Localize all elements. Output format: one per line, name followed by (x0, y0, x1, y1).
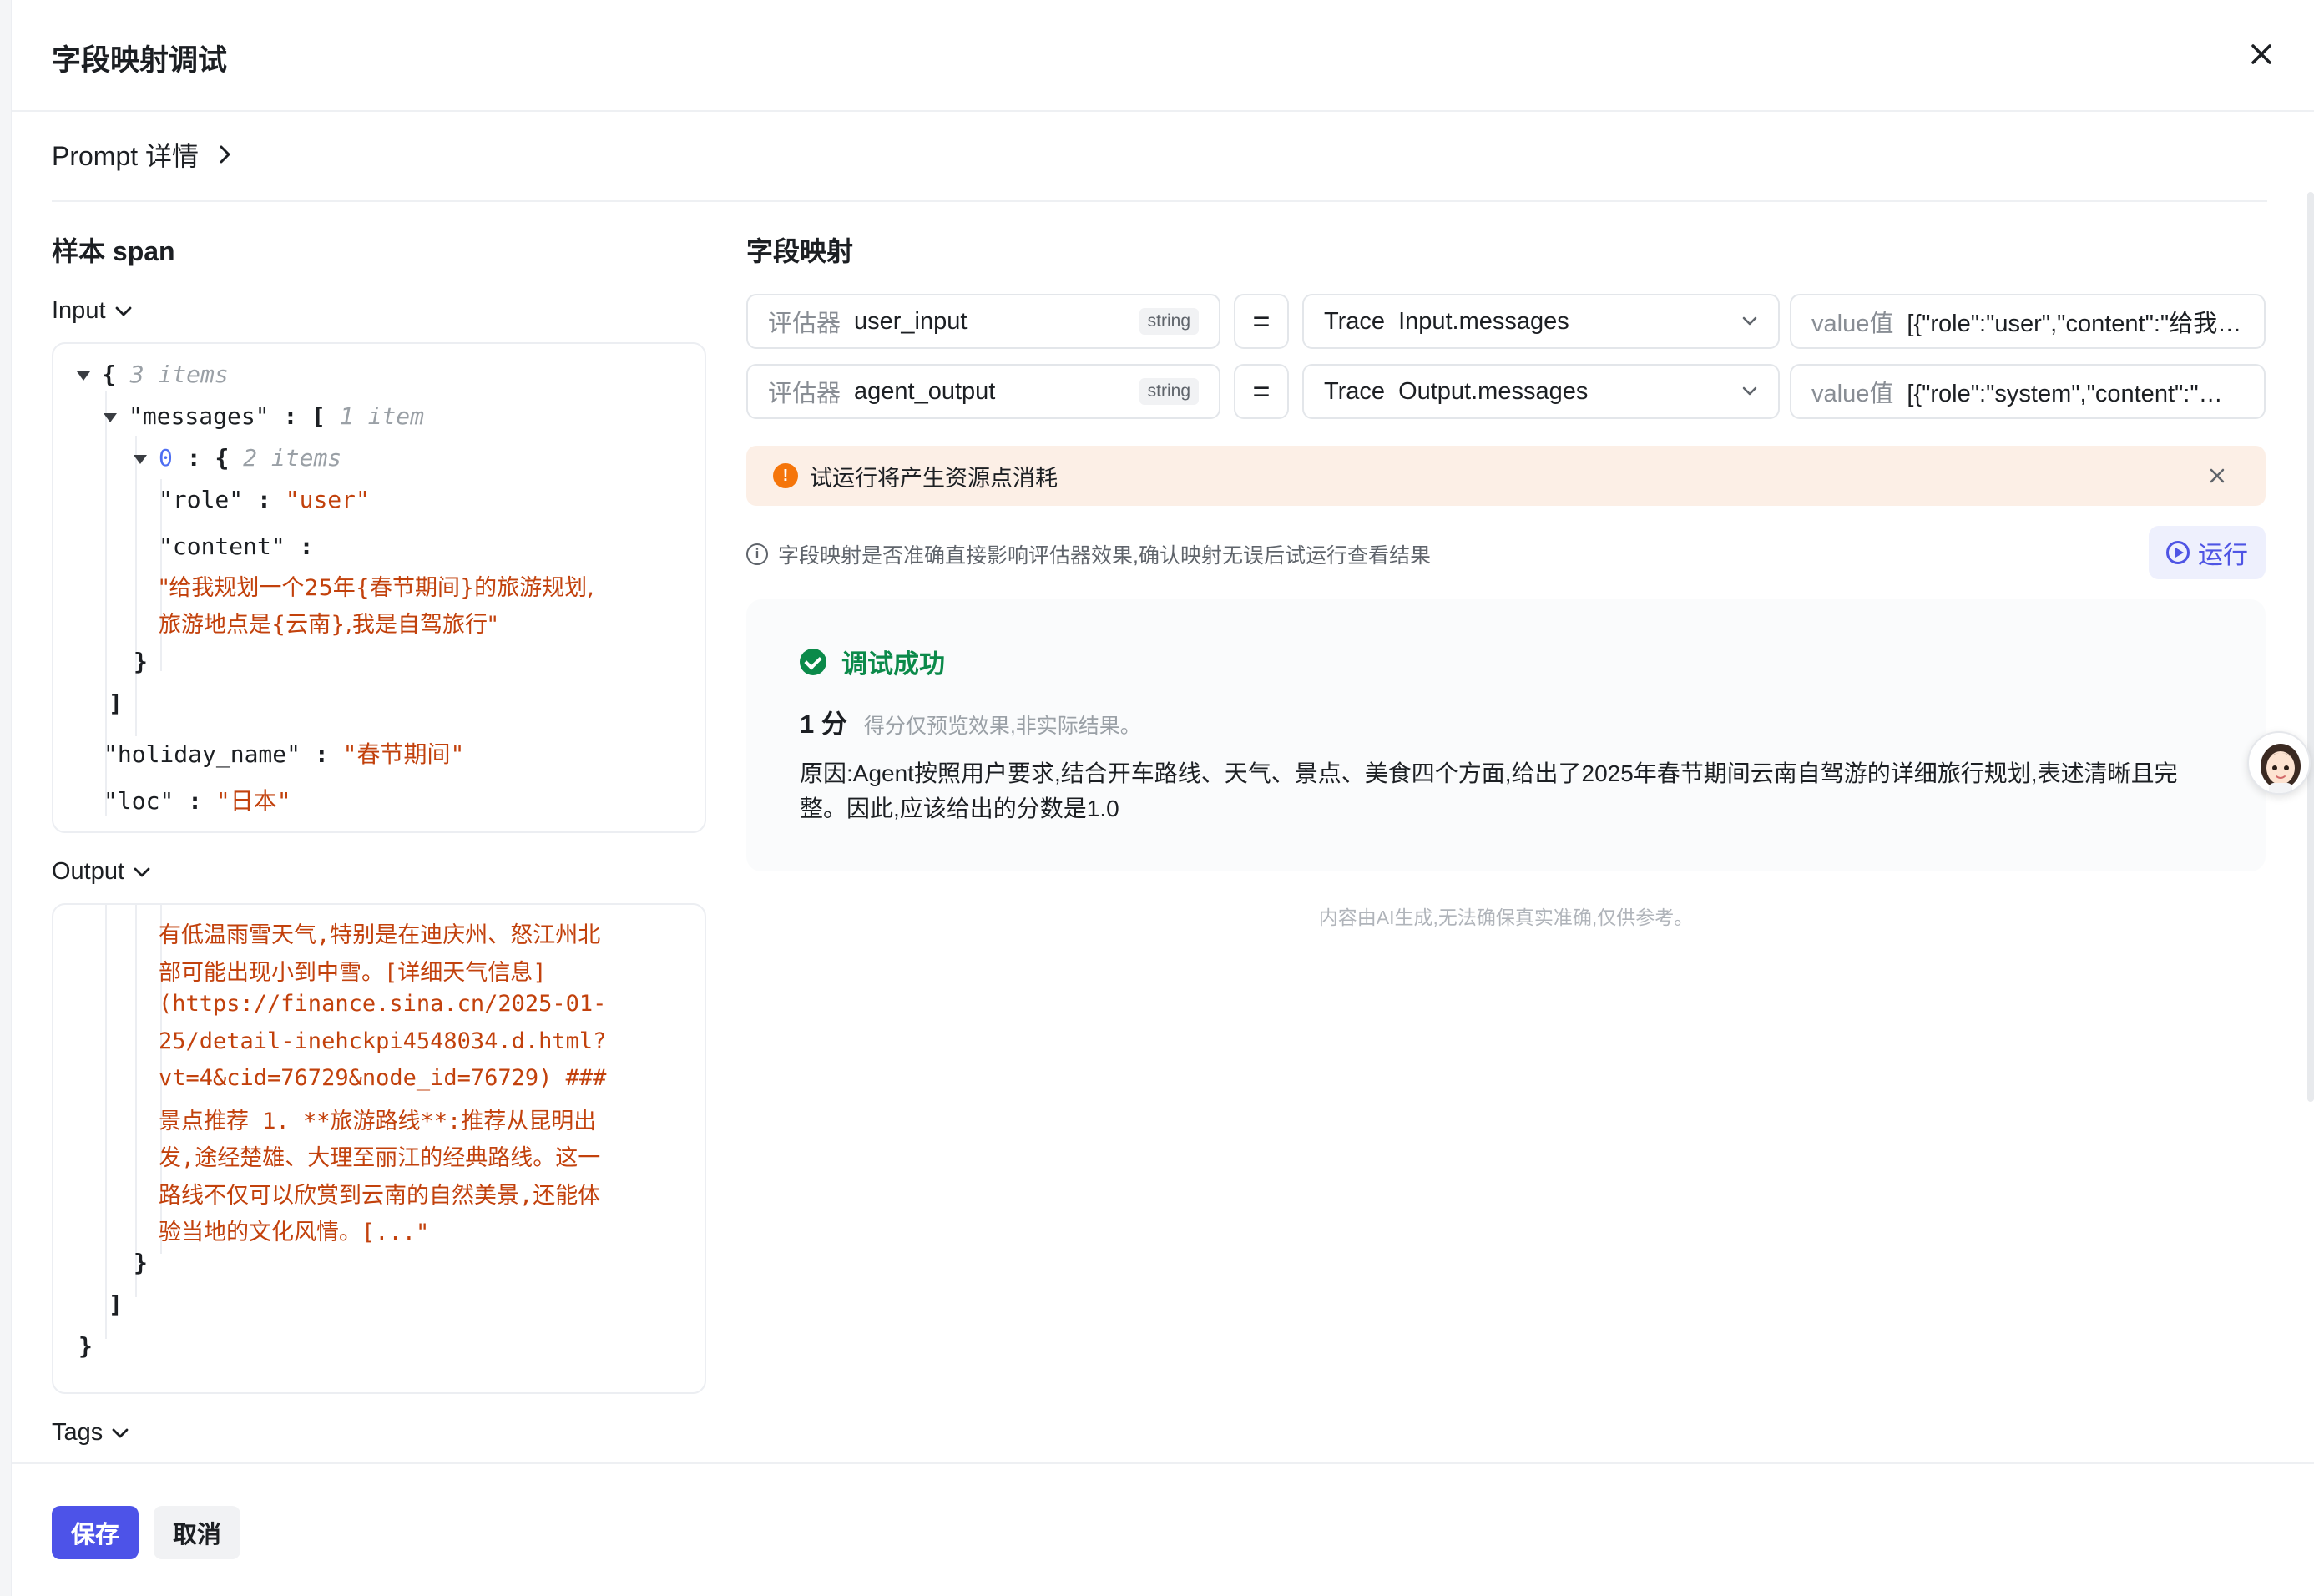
chevron-down-icon (1742, 316, 1757, 326)
tree-guide (105, 905, 107, 1339)
json-index-line[interactable]: 0 : { 2 items (134, 444, 341, 472)
warning-icon: ! (773, 463, 798, 488)
chevron-down-icon (134, 867, 150, 876)
prompt-details-link[interactable]: Prompt 详情 (52, 135, 234, 174)
tags-toggle[interactable]: Tags (52, 1419, 129, 1447)
evaluator-field: 评估器 agent_output string (746, 364, 1220, 419)
output-string-line: 景点推荐 1. **旅游路线**:推荐从昆明出 (159, 1108, 597, 1134)
output-string-line: 部可能出现小到中雪。[详细天气信息] (159, 959, 547, 986)
backdrop-edge (0, 0, 12, 1596)
chevron-down-icon (112, 1428, 129, 1437)
output-string-line: vt=4&cid=76729&node_id=76729) ### (159, 1065, 607, 1091)
output-label: Output (52, 858, 125, 885)
score-value: 1 分 (800, 710, 847, 739)
modal-footer: 保存 取消 (12, 1462, 2314, 1596)
mapping-hint: i 字段映射是否准确直接影响评估器效果,确认映射无误后试运行查看结果 (746, 539, 1431, 569)
json-root-close: } (78, 1332, 93, 1360)
modal-header: 字段映射调试 (12, 0, 2314, 112)
input-label: Input (52, 297, 106, 324)
output-string-line: 发,途经楚雄、大理至丽江的经典路线。这一 (159, 1145, 601, 1171)
chevron-down-icon (1742, 386, 1757, 396)
close-button[interactable] (2242, 35, 2281, 73)
tree-guide (135, 436, 137, 736)
close-icon (2251, 44, 2271, 64)
run-button[interactable]: 运行 (2149, 526, 2266, 579)
json-role-line: "role" : "user" (159, 486, 370, 513)
type-tag: string (1139, 378, 1199, 405)
success-status: 调试成功 (800, 643, 945, 680)
json-content-value-line1: "给我规划一个25年{春节期间}的旅游规划, (159, 575, 594, 601)
json-arr-close: ] (109, 1290, 123, 1318)
sample-span-title: 样本 span (52, 236, 175, 266)
trace-field-select[interactable]: Trace Output.messages (1302, 364, 1780, 419)
play-circle-icon (2166, 541, 2190, 564)
save-button[interactable]: 保存 (52, 1506, 139, 1559)
output-json-viewer[interactable]: 有低温雨雪天气,特别是在迪庆州、怒江州北 部可能出现小到中雪。[详细天气信息] (h… (52, 903, 706, 1394)
run-label: 运行 (2198, 542, 2248, 569)
json-obj-close: } (134, 648, 148, 675)
input-toggle[interactable]: Input (52, 297, 133, 325)
prompt-details-label: Prompt 详情 (52, 141, 200, 171)
ai-disclaimer: 内容由AI生成,无法确保真实准确,仅供参考。 (1318, 907, 1694, 928)
score-note: 得分仅预览效果,非实际结果。 (863, 715, 1141, 738)
input-json-viewer[interactable]: { 3 items "messages" : [ 1 item 0 : { 2 … (52, 342, 706, 833)
collapse-triangle-icon[interactable] (104, 412, 117, 422)
value-preview-field: value值 [{"role":"system","content":"你是一个… (1790, 364, 2266, 419)
cost-warning-banner: ! 试运行将产生资源点消耗 (746, 446, 2266, 506)
collapse-triangle-icon[interactable] (77, 371, 90, 381)
reason-text: 原因:Agent按照用户要求,结合开车路线、天气、景点、美食四个方面,给出了20… (800, 760, 2178, 821)
chevron-right-icon (220, 145, 230, 164)
trace-field-select[interactable]: Trace Input.messages (1302, 294, 1780, 349)
equals-sign: = (1234, 294, 1289, 349)
chevron-down-icon (115, 306, 131, 316)
output-string-line: (https://finance.sina.cn/2025-01- (159, 991, 607, 1017)
info-icon: i (746, 543, 768, 565)
json-content-value-line2: 旅游地点是{云南},我是自驾旅行" (159, 612, 498, 638)
json-arr-close: ] (109, 689, 123, 717)
mapping-row: 评估器 agent_output string = Trace Output.m… (746, 364, 2266, 419)
equals-sign: = (1234, 364, 1289, 419)
json-messages-line[interactable]: "messages" : [ 1 item (104, 402, 424, 430)
mapping-row: 评估器 user_input string = Trace Input.mess… (746, 294, 2266, 349)
warning-text: 试运行将产生资源点消耗 (810, 465, 1058, 491)
json-root-line[interactable]: { 3 items (77, 361, 229, 388)
score-row: 1 分 得分仅预览效果,非实际结果。 (800, 703, 1141, 740)
close-icon[interactable] (2205, 464, 2229, 487)
modal-title: 字段映射调试 (52, 44, 228, 77)
type-tag: string (1139, 308, 1199, 335)
collapse-triangle-icon[interactable] (134, 454, 147, 464)
output-string-line: 验当地的文化风情。[..." (159, 1220, 430, 1245)
json-obj-close: } (134, 1249, 148, 1276)
debug-result-card: 调试成功 1 分 得分仅预览效果,非实际结果。 原因:Agent按照用户要求,结… (746, 599, 2266, 871)
field-mapping-title: 字段映射 (746, 236, 854, 266)
json-content-key-line: "content" : (159, 533, 314, 560)
tags-label: Tags (52, 1419, 104, 1446)
output-string-line: 25/detail-inehckpi4548034.d.html? (159, 1028, 607, 1054)
json-loc-line: "loc" : "日本" (104, 787, 291, 815)
output-string-line: 有低温雨雪天气,特别是在迪庆州、怒江州北 (159, 922, 601, 948)
evaluator-field: 评估器 user_input string (746, 294, 1220, 349)
value-preview-field: value值 [{"role":"user","content":"给我规划一个… (1790, 294, 2266, 349)
assistant-avatar[interactable] (2247, 731, 2311, 795)
cancel-button[interactable]: 取消 (154, 1506, 240, 1559)
hint-text: 字段映射是否准确直接影响评估器效果,确认映射无误后试运行查看结果 (778, 544, 1431, 568)
json-holiday-line: "holiday_name" : "春节期间" (104, 740, 465, 768)
scrollbar[interactable] (2307, 192, 2314, 1102)
divider (52, 200, 2267, 202)
check-circle-icon (800, 648, 826, 675)
success-text: 调试成功 (841, 649, 945, 679)
output-toggle[interactable]: Output (52, 858, 151, 886)
output-string-line: 路线不仅可以欣赏到云南的自然美景,还能体 (159, 1182, 601, 1209)
assistant-avatar-icon (2261, 744, 2301, 793)
tree-guide (135, 905, 137, 1297)
